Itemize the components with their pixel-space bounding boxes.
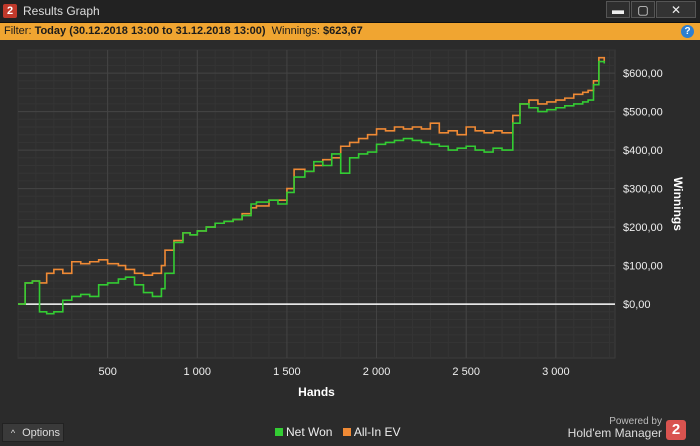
maximize-button[interactable]: ▢ (631, 1, 655, 18)
minimize-button[interactable]: ▬ (606, 1, 630, 18)
x-tick-label: 2 000 (363, 366, 391, 378)
legend-swatch-net-won (275, 428, 283, 436)
winnings-value: $623,67 (323, 25, 363, 37)
y-tick-label: $400,00 (623, 145, 663, 157)
y-tick-label: $100,00 (623, 261, 663, 273)
y-tick-label: $500,00 (623, 107, 663, 119)
x-axis-title: Hands (298, 385, 335, 399)
x-tick-label: 500 (98, 366, 116, 378)
x-tick-label: 2 500 (452, 366, 480, 378)
chart-legend: Net Won All-In EV (275, 425, 408, 439)
x-tick-label: 1 500 (273, 366, 301, 378)
filter-bar: Filter: Today (30.12.2018 13:00 to 31.12… (0, 23, 700, 40)
filter-summary: Filter: Today (30.12.2018 13:00 to 31.12… (4, 23, 363, 40)
close-button[interactable]: ✕ (656, 1, 696, 18)
x-tick-label: 1 000 (184, 366, 212, 378)
brand-name: Hold'em Manager (567, 426, 662, 440)
y-tick-label: $0,00 (623, 299, 651, 311)
filter-range: Today (30.12.2018 13:00 to 31.12.2018 13… (34, 25, 266, 37)
y-tick-label: $300,00 (623, 184, 663, 196)
winnings-label: Winnings: (271, 25, 323, 37)
legend-label-all-in-ev: All-In EV (353, 425, 401, 439)
legend-swatch-all-in-ev (342, 428, 351, 436)
filter-prefix: Filter: (4, 25, 35, 37)
brand-logo-icon: 2 (666, 420, 686, 440)
legend-label-net-won: Net Won (286, 425, 333, 439)
x-tick-label: 3 000 (542, 366, 570, 378)
help-icon[interactable]: ? (681, 25, 694, 38)
legend-item-all-in-ev: All-In EV (342, 425, 401, 439)
app-logo-icon: 2 (3, 4, 17, 18)
results-chart: 500 1 000 1 500 2 000 2 500 3 000 $0,00 $100,00… (17, 49, 685, 399)
title-bar: 2 Results Graph ▬ ▢ ✕ (0, 0, 700, 23)
y-tick-label: $600,00 (623, 68, 663, 80)
chevron-up-icon: ^ (10, 428, 16, 438)
options-button[interactable]: ^ Options (2, 423, 64, 442)
options-label: Options (22, 427, 60, 439)
legend-item-net-won: Net Won (275, 425, 332, 439)
window-title: Results Graph (23, 4, 100, 18)
y-axis-title: Winnings (671, 177, 685, 231)
y-tick-label: $200,00 (623, 222, 663, 234)
